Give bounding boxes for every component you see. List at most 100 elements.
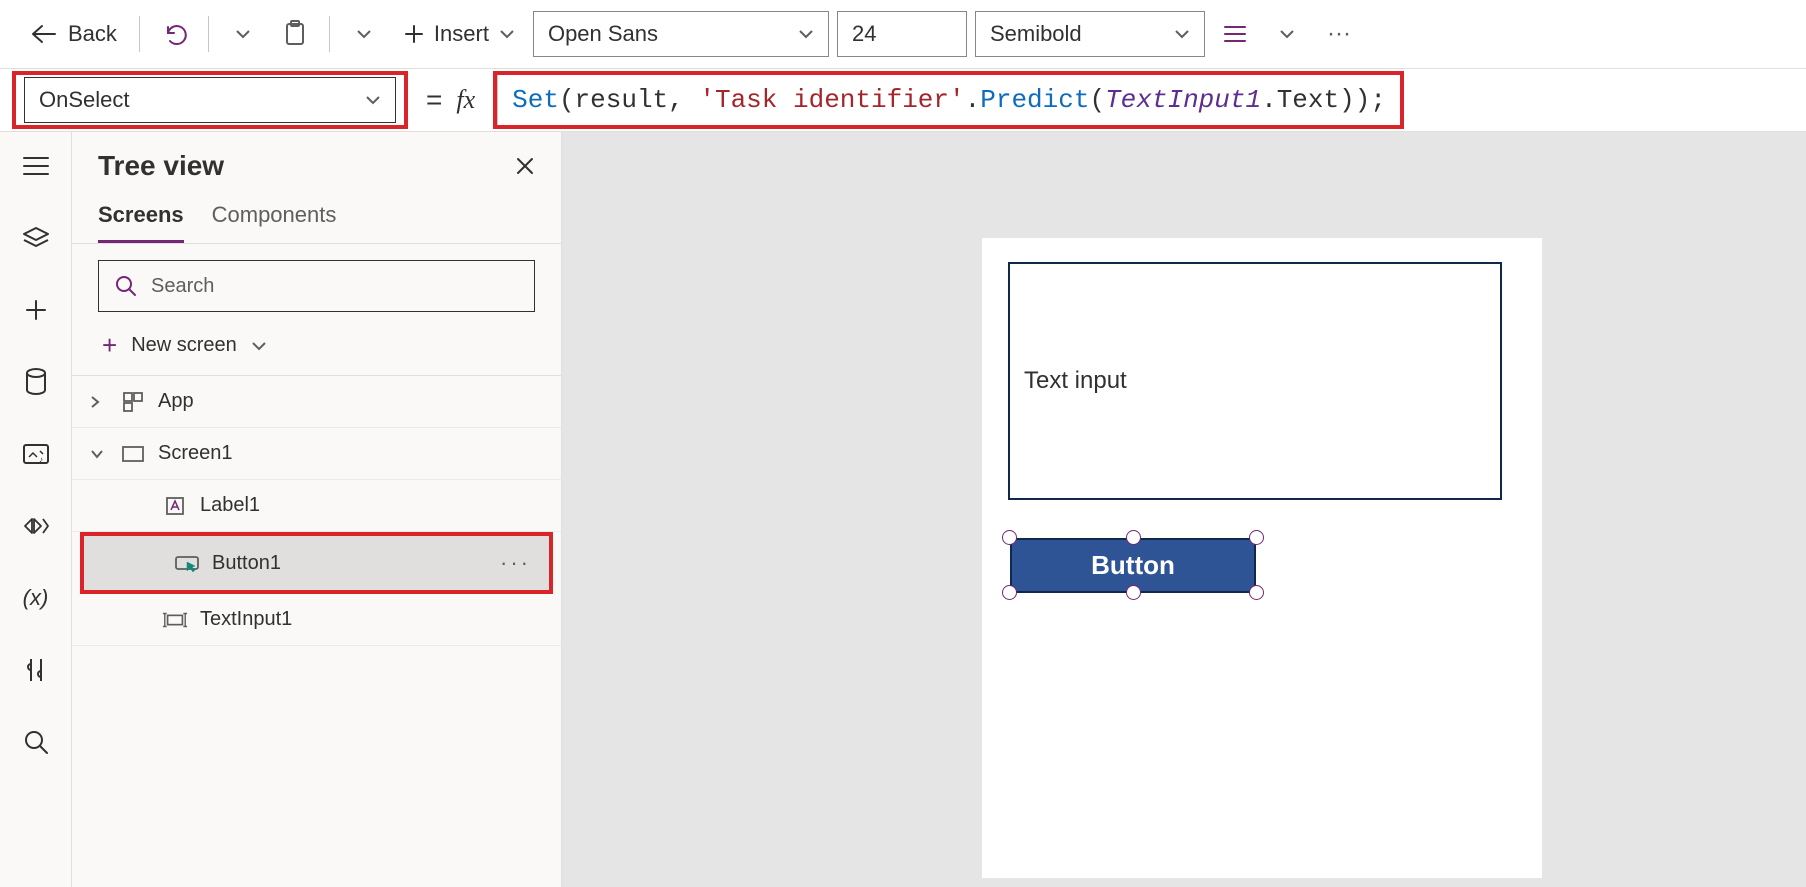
align-dropdown[interactable] <box>1265 12 1309 56</box>
chevron-down-icon <box>798 29 814 39</box>
more-button[interactable]: ··· <box>1317 12 1361 56</box>
chevron-down-icon <box>365 95 381 105</box>
textinput-placeholder: Text input <box>1024 367 1127 395</box>
chevron-down-icon <box>235 29 251 39</box>
undo-dropdown[interactable] <box>221 12 265 56</box>
tab-components[interactable]: Components <box>212 192 337 243</box>
tok-set: Set <box>512 85 559 115</box>
left-rail: ♪ (x) <box>0 132 72 887</box>
formula-input[interactable]: Set(result, 'Task identifier'.Predict(Te… <box>497 75 1400 125</box>
property-select[interactable]: OnSelect <box>24 77 396 123</box>
tree-item-highlight-box: Button1 ··· <box>80 532 553 594</box>
tok-p1: (result, <box>559 85 699 115</box>
tree-item-textinput1[interactable]: TextInput1 <box>72 594 561 646</box>
font-weight-select[interactable]: Semibold <box>975 11 1205 57</box>
resize-handle-tr[interactable] <box>1249 530 1264 545</box>
tree-header: Tree view <box>72 150 561 192</box>
formula-highlight-box: Set(result, 'Task identifier'.Predict(Te… <box>493 71 1404 129</box>
rail-variables[interactable]: (x) <box>12 574 60 622</box>
align-button[interactable] <box>1213 12 1257 56</box>
tree-item-app[interactable]: App <box>72 376 561 428</box>
textinput-icon <box>162 612 188 628</box>
rail-media[interactable]: ♪ <box>12 430 60 478</box>
tok-ref: TextInput1 <box>1105 85 1261 115</box>
tree-title: Tree view <box>98 150 224 182</box>
insert-button[interactable]: Insert <box>394 21 525 47</box>
new-screen-button[interactable]: + New screen <box>72 322 561 376</box>
rail-hamburger[interactable] <box>12 142 60 190</box>
resize-handle-bl[interactable] <box>1002 585 1017 600</box>
app-icon <box>120 391 146 413</box>
insert-label: Insert <box>434 21 489 47</box>
divider <box>208 16 209 52</box>
paste-button[interactable] <box>273 12 317 56</box>
canvas[interactable]: Text input Button <box>562 132 1806 887</box>
tok-predict: Predict <box>980 85 1089 115</box>
chevron-down-icon <box>251 341 267 351</box>
paste-dropdown[interactable] <box>342 12 386 56</box>
rail-search[interactable] <box>12 718 60 766</box>
tree-item-more-button[interactable]: ··· <box>500 550 531 576</box>
flow-icon <box>22 515 50 537</box>
new-screen-label: New screen <box>131 334 237 357</box>
resize-handle-tl[interactable] <box>1002 530 1017 545</box>
textinput-control[interactable]: Text input <box>1008 262 1502 500</box>
rail-powerautomate[interactable] <box>12 502 60 550</box>
divider <box>139 16 140 52</box>
back-button[interactable]: Back <box>20 15 127 53</box>
tree-search-input[interactable]: Search <box>98 260 535 312</box>
rail-tools[interactable] <box>12 646 60 694</box>
top-toolbar: Back Insert Open Sans 24 Semibold ··· <box>0 0 1806 68</box>
chevron-down-icon <box>1279 29 1295 39</box>
tools-icon <box>25 656 47 684</box>
resize-handle-br[interactable] <box>1249 585 1264 600</box>
tree-tabs: Screens Components <box>72 192 561 244</box>
property-value: OnSelect <box>39 87 130 113</box>
formula-equals: = fx <box>408 69 493 131</box>
chevron-down-icon <box>499 29 515 39</box>
search-icon <box>115 275 137 297</box>
font-select[interactable]: Open Sans <box>533 11 829 57</box>
formula-bar: OnSelect = fx Set(result, 'Task identifi… <box>0 68 1806 132</box>
artboard: Text input Button <box>982 238 1542 878</box>
tab-screens[interactable]: Screens <box>98 192 184 243</box>
resize-handle-bm[interactable] <box>1126 585 1141 600</box>
button-icon <box>174 553 200 573</box>
font-value: Open Sans <box>548 21 658 47</box>
close-icon <box>515 156 535 176</box>
chevron-down-icon <box>356 29 372 39</box>
back-label: Back <box>68 21 117 47</box>
button-label: Button <box>1091 550 1175 581</box>
tree-item-label: Label1 <box>200 494 260 517</box>
chevron-right-icon <box>90 395 108 409</box>
tree-item-button1[interactable]: Button1 ··· <box>84 536 549 590</box>
rail-insert[interactable] <box>12 286 60 334</box>
tok-text: Text <box>1277 85 1339 115</box>
button-selection-wrap: Button <box>1002 530 1264 600</box>
layers-icon <box>22 226 50 250</box>
tree-item-label: TextInput1 <box>200 608 292 631</box>
tok-p2: ( <box>1089 85 1105 115</box>
rail-tree-view[interactable] <box>12 214 60 262</box>
main-area: ♪ (x) Tree view Screens Components <box>0 132 1806 887</box>
undo-icon <box>161 21 187 47</box>
screen-icon <box>120 445 146 463</box>
undo-button[interactable] <box>152 12 196 56</box>
font-size-input[interactable]: 24 <box>837 11 967 57</box>
tree-item-screen1[interactable]: Screen1 <box>72 428 561 480</box>
tok-p3: )); <box>1339 85 1386 115</box>
tree-search-wrap: Search <box>72 244 561 322</box>
resize-handle-tm[interactable] <box>1126 530 1141 545</box>
plus-icon <box>24 298 48 322</box>
divider <box>329 16 330 52</box>
tree-close-button[interactable] <box>515 156 535 176</box>
tree-item-label: Screen1 <box>158 442 233 465</box>
align-icon <box>1223 25 1247 43</box>
rail-data[interactable] <box>12 358 60 406</box>
svg-text:♪: ♪ <box>39 455 43 464</box>
variable-icon: (x) <box>23 585 49 611</box>
tree-item-label1[interactable]: Label1 <box>72 480 561 532</box>
font-size-value: 24 <box>852 21 876 47</box>
more-icon: ··· <box>1327 20 1351 48</box>
database-icon <box>24 368 48 396</box>
